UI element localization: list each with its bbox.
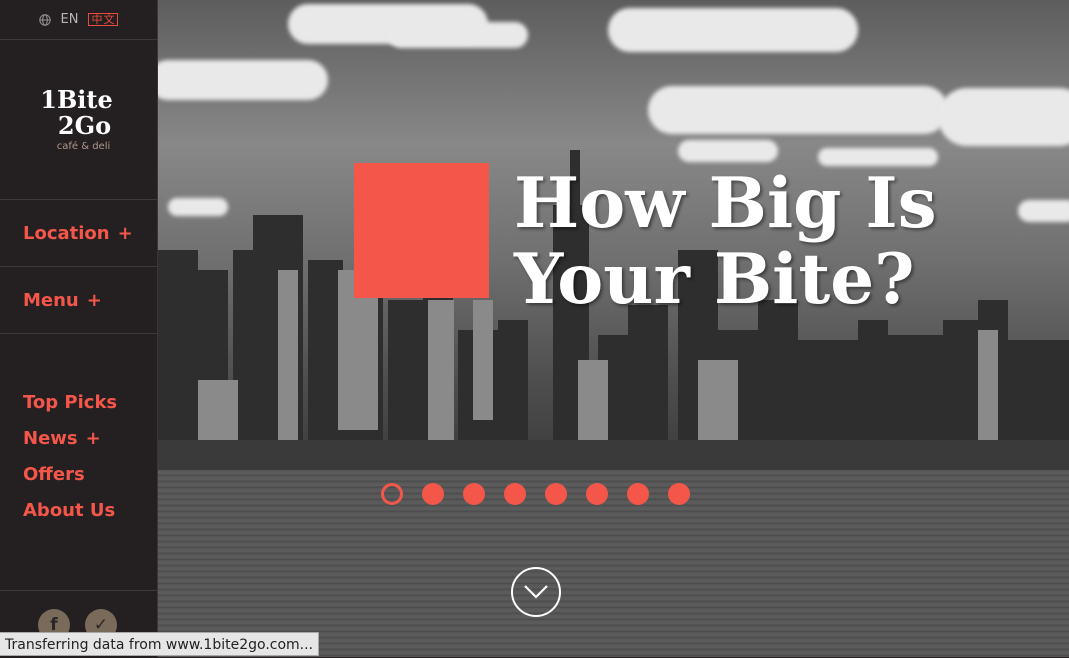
nav-item-label: Location <box>23 222 110 244</box>
slide-dot-8[interactable] <box>668 483 690 505</box>
nav-item-label: Top Picks <box>23 391 118 413</box>
language-bar: EN 中文 <box>0 0 157 40</box>
nav-item-label: News <box>23 427 78 449</box>
nav-item-offers[interactable]: Offers <box>0 456 157 492</box>
nav-item-label: Menu <box>23 289 79 311</box>
logo-tagline: café & deli <box>56 141 111 152</box>
brand-logo[interactable]: 1Bite 2Go café & deli <box>0 40 157 200</box>
slide-dot-4[interactable] <box>504 483 526 505</box>
slide-dot-7[interactable] <box>627 483 649 505</box>
sidebar: EN 中文 1Bite 2Go café & deli Location + M… <box>0 0 158 657</box>
nav-item-label: About Us <box>23 499 116 521</box>
chevron-down-icon <box>524 585 548 599</box>
secondary-nav: Top Picks News + Offers About Us <box>0 334 157 528</box>
slide-dot-6[interactable] <box>586 483 608 505</box>
hero-slider: How Big Is Your Bite? <box>158 0 1069 657</box>
logo-line-2: 2Go <box>57 111 112 140</box>
nav-item-top-picks[interactable]: Top Picks <box>0 384 157 420</box>
nav-item-about-us[interactable]: About Us <box>0 492 157 528</box>
hero-headline: How Big Is Your Bite? <box>514 166 937 318</box>
slide-pagination <box>381 483 690 505</box>
plus-icon[interactable]: + <box>86 428 101 449</box>
globe-icon <box>38 13 51 26</box>
nav-item-location[interactable]: Location + <box>0 200 157 267</box>
scroll-down-button[interactable] <box>511 567 561 617</box>
nav-item-menu[interactable]: Menu + <box>0 267 157 334</box>
slide-dot-5[interactable] <box>545 483 567 505</box>
nav-item-label: Offers <box>23 463 85 485</box>
logo-line-1: 1Bite <box>40 85 113 114</box>
headline-line-1: How Big Is <box>514 163 937 244</box>
language-cn-link[interactable]: 中文 <box>88 13 119 26</box>
slide-dot-3[interactable] <box>463 483 485 505</box>
plus-icon[interactable]: + <box>118 223 133 244</box>
slide-dot-1[interactable] <box>381 483 403 505</box>
plus-icon[interactable]: + <box>87 290 102 311</box>
headline-line-2: Your Bite? <box>514 239 915 320</box>
nav-item-news[interactable]: News + <box>0 420 157 456</box>
accent-square <box>354 163 489 298</box>
slide-dot-2[interactable] <box>422 483 444 505</box>
main-nav: Location + Menu + <box>0 200 157 334</box>
browser-status-bar: Transferring data from www.1bite2go.com.… <box>0 632 320 656</box>
language-en-link[interactable]: EN <box>61 12 79 27</box>
